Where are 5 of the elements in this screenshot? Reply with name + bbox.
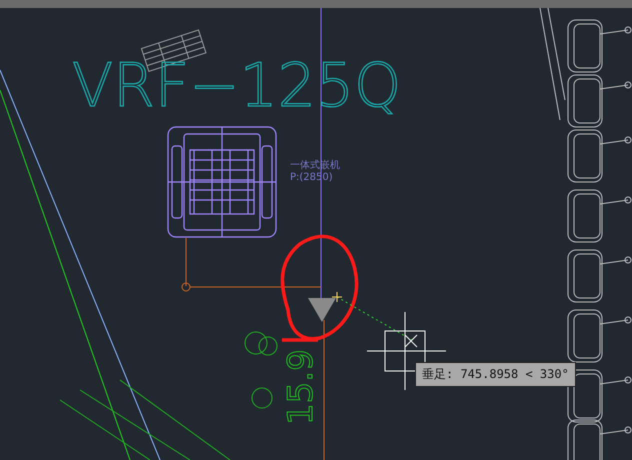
crosshair-cursor-icon (366, 312, 446, 390)
dimension-text: 15.9 (281, 349, 321, 425)
triangle-marker-icon (308, 298, 336, 322)
snap-point-icon (332, 292, 342, 302)
osnap-tooltip: 垂足: 745.8958 < 330° (415, 362, 576, 387)
